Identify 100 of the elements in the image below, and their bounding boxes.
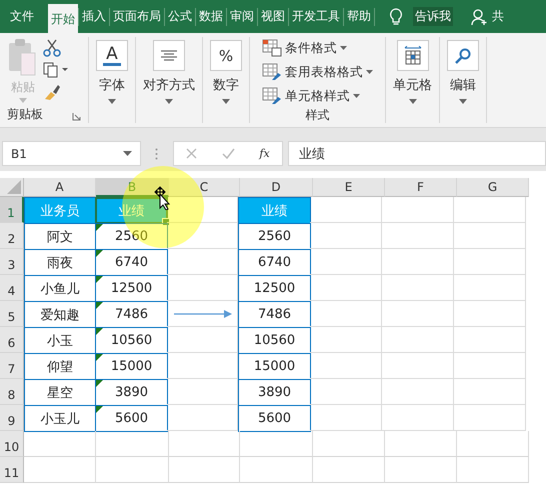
table-cell[interactable]: 5600 — [95, 405, 168, 432]
lightbulb-icon[interactable] — [389, 8, 403, 26]
format-painter-icon[interactable] — [43, 83, 61, 101]
table-cell[interactable]: 6740 — [95, 249, 168, 276]
row-header[interactable]: 11 — [0, 457, 24, 483]
row-header[interactable]: 6 — [0, 327, 24, 353]
empty-cell[interactable] — [454, 275, 526, 301]
column-header[interactable]: C — [169, 178, 240, 197]
empty-cell[interactable] — [385, 457, 457, 483]
empty-cell[interactable] — [454, 249, 526, 275]
table-cell[interactable]: 小玉儿 — [24, 405, 96, 432]
table-cell[interactable]: 2560 — [95, 223, 168, 250]
ribbon-tab[interactable]: 开发工具 — [289, 0, 343, 33]
row-header[interactable]: 8 — [0, 379, 24, 405]
table-cell[interactable]: 10560 — [238, 327, 311, 354]
name-box[interactable]: B1 — [2, 141, 141, 166]
empty-cell[interactable] — [454, 379, 526, 405]
select-all-icon[interactable] — [7, 180, 21, 194]
empty-cell[interactable] — [313, 457, 385, 483]
table-cell[interactable]: 12500 — [95, 275, 168, 302]
empty-cell[interactable] — [382, 353, 454, 379]
empty-cell[interactable] — [385, 431, 457, 457]
row-header[interactable]: 3 — [0, 249, 24, 275]
empty-cell[interactable] — [310, 249, 382, 275]
empty-cell[interactable] — [310, 353, 382, 379]
empty-cell[interactable] — [457, 431, 529, 457]
empty-cell[interactable] — [169, 457, 240, 483]
column-header[interactable]: D — [240, 178, 313, 197]
dialog-launcher-icon[interactable] — [72, 112, 81, 121]
copy-icon[interactable] — [43, 62, 69, 78]
person-add-icon[interactable] — [471, 8, 489, 26]
empty-cell[interactable] — [167, 405, 238, 431]
empty-cell[interactable] — [310, 301, 382, 327]
ribbon-tab[interactable]: 页面布局 — [110, 0, 164, 33]
ribbon-button[interactable]: A 字体 — [96, 37, 128, 104]
empty-cell[interactable] — [382, 327, 454, 353]
tell-me-field[interactable]: 告诉我 — [413, 7, 453, 26]
ribbon-button[interactable]: 单元格 — [393, 37, 432, 104]
empty-cell[interactable] — [382, 301, 454, 327]
row-header[interactable]: 1 — [0, 197, 24, 223]
scissors-icon[interactable] — [43, 39, 61, 57]
insert-function-button[interactable]: fx — [259, 147, 270, 160]
drag-handle-icon[interactable] — [155, 148, 158, 160]
table-cell[interactable]: 7486 — [238, 301, 311, 328]
empty-cell[interactable] — [454, 327, 526, 353]
table-cell[interactable]: 6740 — [238, 249, 311, 276]
empty-cell[interactable] — [310, 405, 382, 431]
empty-cell[interactable] — [454, 197, 526, 223]
empty-cell[interactable] — [167, 353, 238, 379]
row-header[interactable]: 4 — [0, 275, 24, 301]
ribbon-tab[interactable]: 文件 — [4, 0, 40, 33]
table-cell[interactable]: 15000 — [238, 353, 311, 380]
ribbon-tab[interactable]: 插入 — [79, 0, 109, 33]
table-cell[interactable]: 2560 — [238, 223, 311, 250]
ribbon-tab[interactable]: 视图 — [258, 0, 288, 33]
empty-cell[interactable] — [169, 431, 240, 457]
empty-cell[interactable] — [382, 249, 454, 275]
empty-cell[interactable] — [454, 353, 526, 379]
row-header[interactable]: 7 — [0, 353, 24, 379]
empty-cell[interactable] — [167, 301, 238, 327]
table-cell[interactable]: 7486 — [95, 301, 168, 328]
empty-cell[interactable] — [382, 223, 454, 249]
row-header[interactable]: 2 — [0, 223, 24, 249]
empty-cell[interactable] — [310, 275, 382, 301]
table-cell[interactable]: 15000 — [95, 353, 168, 380]
empty-cell[interactable] — [96, 457, 169, 483]
empty-cell[interactable] — [454, 301, 526, 327]
table-cell[interactable]: 3890 — [95, 379, 168, 406]
column-header[interactable]: G — [457, 178, 529, 197]
empty-cell[interactable] — [240, 457, 313, 483]
ribbon-button[interactable]: 对齐方式 — [143, 37, 195, 104]
column-header[interactable]: E — [313, 178, 385, 197]
style-menu-button[interactable]: 套用表格格式 — [262, 61, 373, 83]
empty-cell[interactable] — [382, 379, 454, 405]
ribbon-tab[interactable]: 数据 — [196, 0, 226, 33]
style-menu-button[interactable]: 单元格样式 — [262, 85, 373, 107]
empty-cell[interactable] — [310, 223, 382, 249]
table-cell[interactable]: 5600 — [238, 405, 311, 432]
empty-cell[interactable] — [382, 405, 454, 431]
ribbon-button[interactable]: % 数字 — [210, 37, 242, 104]
ribbon-tab[interactable]: 开始 — [48, 4, 78, 33]
check-icon[interactable] — [222, 148, 235, 159]
column-header[interactable]: F — [385, 178, 457, 197]
empty-cell[interactable] — [167, 223, 238, 249]
empty-cell[interactable] — [454, 405, 526, 431]
ribbon-button[interactable]: 编辑 — [447, 37, 479, 104]
table-cell[interactable]: 10560 — [95, 327, 168, 354]
empty-cell[interactable] — [167, 379, 238, 405]
cancel-icon[interactable] — [186, 148, 198, 159]
empty-cell[interactable] — [96, 431, 169, 457]
empty-cell[interactable] — [167, 275, 238, 301]
column-header[interactable]: A — [24, 178, 96, 197]
empty-cell[interactable] — [167, 327, 238, 353]
empty-cell[interactable] — [240, 431, 313, 457]
empty-cell[interactable] — [382, 197, 454, 223]
ribbon-tab[interactable]: 帮助 — [344, 0, 374, 33]
row-header[interactable]: 5 — [0, 301, 24, 327]
table-cell[interactable]: 12500 — [238, 275, 311, 302]
empty-cell[interactable] — [382, 275, 454, 301]
row-header[interactable]: 10 — [0, 431, 24, 457]
